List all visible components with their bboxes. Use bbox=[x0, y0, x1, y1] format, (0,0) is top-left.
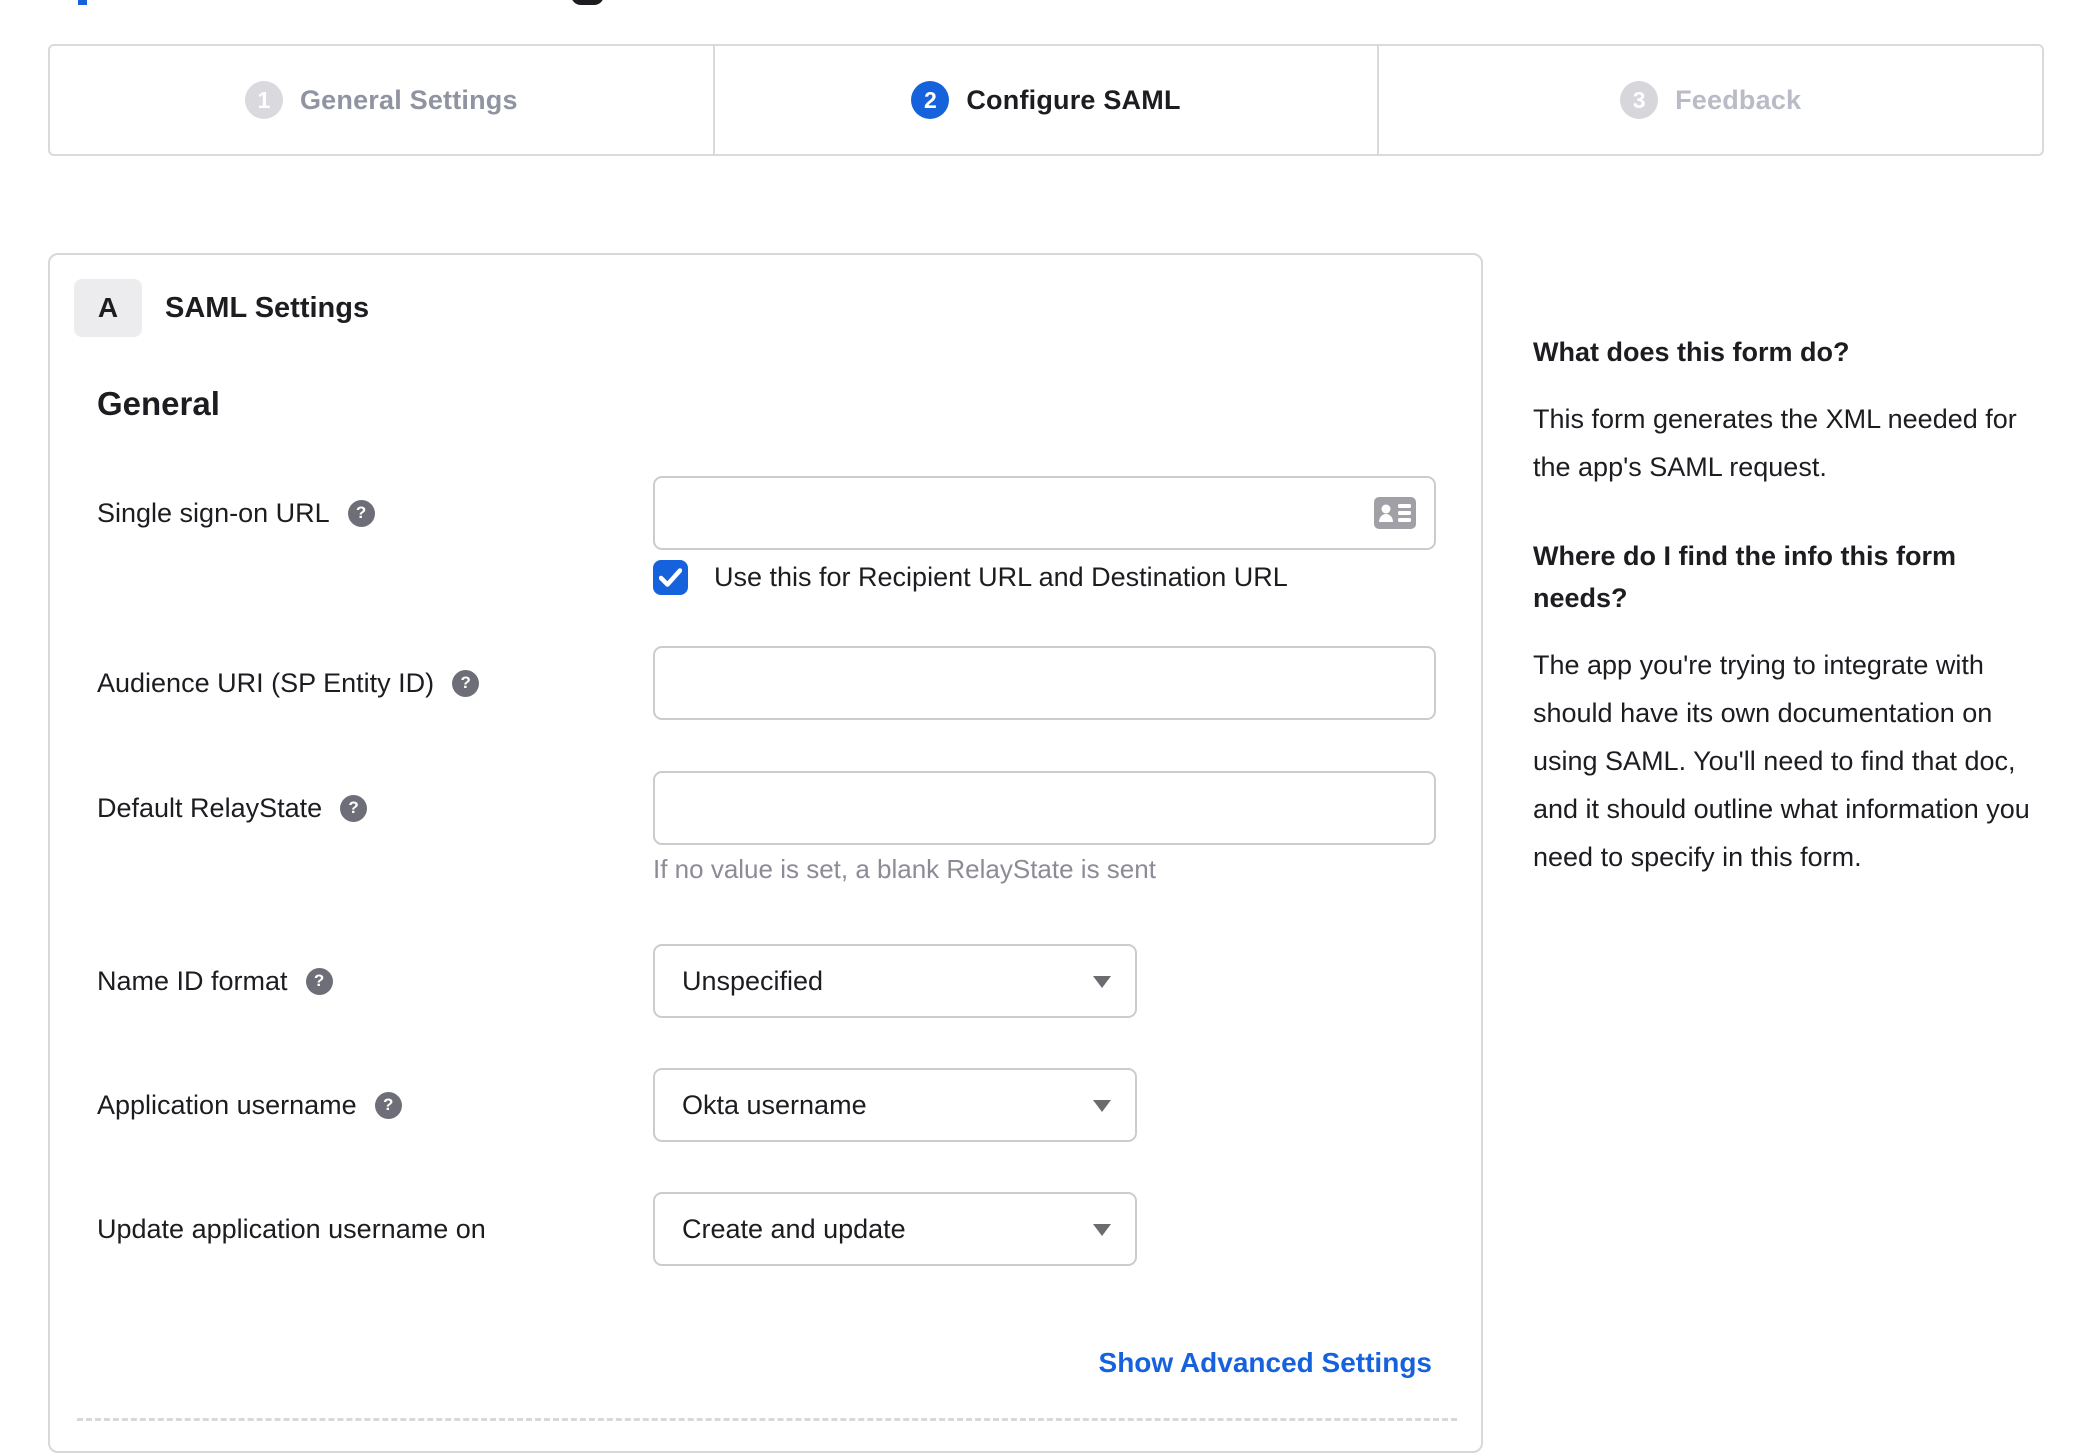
relaystate-hint: If no value is set, a blank RelayState i… bbox=[653, 854, 1156, 884]
general-section-heading: General bbox=[97, 385, 220, 422]
app-username-label: Application username bbox=[97, 1089, 357, 1120]
audience-uri-input[interactable] bbox=[653, 646, 1436, 720]
show-advanced-settings-link[interactable]: Show Advanced Settings bbox=[1099, 1347, 1432, 1379]
step-1-label: General Settings bbox=[299, 84, 518, 115]
sso-url-input[interactable] bbox=[653, 476, 1436, 550]
section-a-badge: A bbox=[74, 279, 142, 337]
step-feedback[interactable]: 3 Feedback bbox=[1377, 46, 2042, 154]
help-icon[interactable]: ? bbox=[340, 794, 368, 822]
step-2-number-badge: 2 bbox=[911, 81, 950, 119]
help-icon[interactable]: ? bbox=[305, 967, 333, 995]
step-3-label: Feedback bbox=[1675, 84, 1802, 115]
sso-url-label: Single sign-on URL bbox=[97, 497, 330, 528]
update-username-label-row: Update application username on bbox=[97, 1192, 486, 1266]
help-heading-what: What does this form do? bbox=[1533, 337, 1850, 367]
app-username-value: Okta username bbox=[682, 1089, 867, 1120]
relaystate-input[interactable] bbox=[653, 771, 1436, 845]
nameid-format-select[interactable]: Unspecified bbox=[653, 944, 1137, 1018]
step-general-settings[interactable]: 1 General Settings bbox=[50, 46, 713, 154]
step-configure-saml[interactable]: 2 Configure SAML bbox=[712, 46, 1378, 154]
recipient-url-checkbox-label: Use this for Recipient URL and Destinati… bbox=[714, 562, 1288, 592]
help-icon[interactable]: ? bbox=[347, 499, 375, 527]
nameid-format-value: Unspecified bbox=[682, 965, 824, 996]
cutoff-dark-logo-fragment bbox=[571, 0, 604, 5]
nameid-format-label-row: Name ID format ? bbox=[97, 944, 333, 1018]
sso-url-input-wrap bbox=[653, 476, 1436, 550]
help-section-where: Where do I find the info this form needs… bbox=[1533, 535, 2038, 881]
step-1-number-badge: 1 bbox=[244, 81, 283, 119]
help-body-where: The app you're trying to integrate with … bbox=[1533, 650, 2030, 872]
help-icon[interactable]: ? bbox=[374, 1091, 402, 1119]
help-icon[interactable]: ? bbox=[452, 669, 480, 697]
cutoff-blue-fragment bbox=[78, 0, 87, 5]
chevron-down-icon bbox=[1093, 1224, 1111, 1236]
step-3-number-badge: 3 bbox=[1620, 81, 1659, 119]
help-body-what: This form generates the XML needed for t… bbox=[1533, 404, 2017, 482]
update-username-select[interactable]: Create and update bbox=[653, 1192, 1137, 1266]
recipient-url-checkbox-row: Use this for Recipient URL and Destinati… bbox=[653, 560, 1288, 595]
checkmark-icon bbox=[659, 568, 682, 587]
relaystate-label: Default RelayState bbox=[97, 792, 323, 823]
relaystate-label-row: Default RelayState ? bbox=[97, 771, 368, 845]
update-username-label: Update application username on bbox=[97, 1213, 486, 1244]
contact-card-icon[interactable] bbox=[1374, 497, 1416, 529]
app-username-select[interactable]: Okta username bbox=[653, 1068, 1137, 1142]
nameid-format-label: Name ID format bbox=[97, 965, 288, 996]
audience-uri-label: Audience URI (SP Entity ID) bbox=[97, 667, 435, 698]
section-dashed-divider bbox=[77, 1418, 1457, 1421]
chevron-down-icon bbox=[1093, 976, 1111, 988]
saml-settings-panel: A SAML Settings General Single sign-on U… bbox=[48, 253, 1483, 1453]
sso-url-label-row: Single sign-on URL ? bbox=[97, 476, 375, 550]
panel-title: SAML Settings bbox=[165, 291, 370, 324]
recipient-url-checkbox[interactable] bbox=[653, 560, 688, 595]
step-2-label: Configure SAML bbox=[966, 84, 1181, 115]
audience-uri-label-row: Audience URI (SP Entity ID) ? bbox=[97, 646, 480, 720]
help-heading-where: Where do I find the info this form needs… bbox=[1533, 541, 1956, 613]
chevron-down-icon bbox=[1093, 1100, 1111, 1112]
app-username-label-row: Application username ? bbox=[97, 1068, 402, 1142]
help-sidebar: What does this form do? This form genera… bbox=[1533, 331, 2038, 881]
update-username-value: Create and update bbox=[682, 1213, 906, 1244]
wizard-stepper: 1 General Settings 2 Configure SAML 3 Fe… bbox=[48, 44, 2044, 156]
help-section-what: What does this form do? This form genera… bbox=[1533, 331, 2038, 491]
